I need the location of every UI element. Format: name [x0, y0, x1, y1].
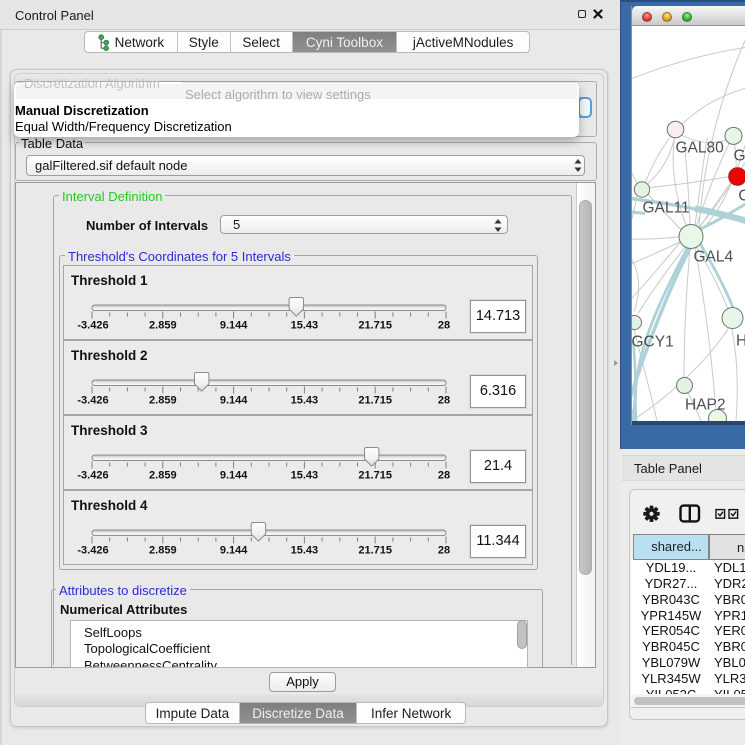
svg-text:-3.426: -3.426 — [77, 395, 108, 407]
svg-text:CYC: CYC — [738, 187, 745, 204]
svg-text:15.43: 15.43 — [291, 320, 319, 332]
svg-text:2.859: 2.859 — [149, 470, 177, 482]
svg-text:HIS: HIS — [736, 332, 745, 349]
svg-text:2.859: 2.859 — [149, 320, 177, 332]
svg-text:28: 28 — [438, 320, 450, 332]
svg-text:21.715: 21.715 — [358, 470, 392, 482]
svg-text:2.859: 2.859 — [149, 545, 177, 557]
svg-text:HAP2: HAP2 — [685, 396, 726, 413]
svg-text:GCY1: GCY1 — [632, 333, 674, 350]
svg-text:28: 28 — [438, 545, 450, 557]
svg-text:9.144: 9.144 — [220, 545, 248, 557]
svg-text:2.859: 2.859 — [149, 395, 177, 407]
svg-text:28: 28 — [438, 395, 450, 407]
svg-text:21.715: 21.715 — [358, 395, 392, 407]
svg-text:15.43: 15.43 — [291, 470, 319, 482]
svg-text:GAL11: GAL11 — [643, 199, 690, 216]
svg-text:GAL: GAL — [734, 147, 745, 164]
svg-text:-3.426: -3.426 — [77, 545, 108, 557]
svg-text:28: 28 — [438, 470, 450, 482]
svg-text:-3.426: -3.426 — [77, 320, 108, 332]
svg-text:15.43: 15.43 — [291, 395, 319, 407]
svg-text:GAL4: GAL4 — [694, 248, 734, 265]
svg-text:9.144: 9.144 — [220, 395, 248, 407]
svg-text:15.43: 15.43 — [291, 545, 319, 557]
svg-text:-3.426: -3.426 — [77, 470, 108, 482]
svg-text:21.715: 21.715 — [358, 320, 392, 332]
svg-text:9.144: 9.144 — [220, 470, 248, 482]
svg-text:9.144: 9.144 — [220, 320, 248, 332]
svg-text:GAL80: GAL80 — [676, 139, 725, 156]
svg-text:21.715: 21.715 — [358, 545, 392, 557]
